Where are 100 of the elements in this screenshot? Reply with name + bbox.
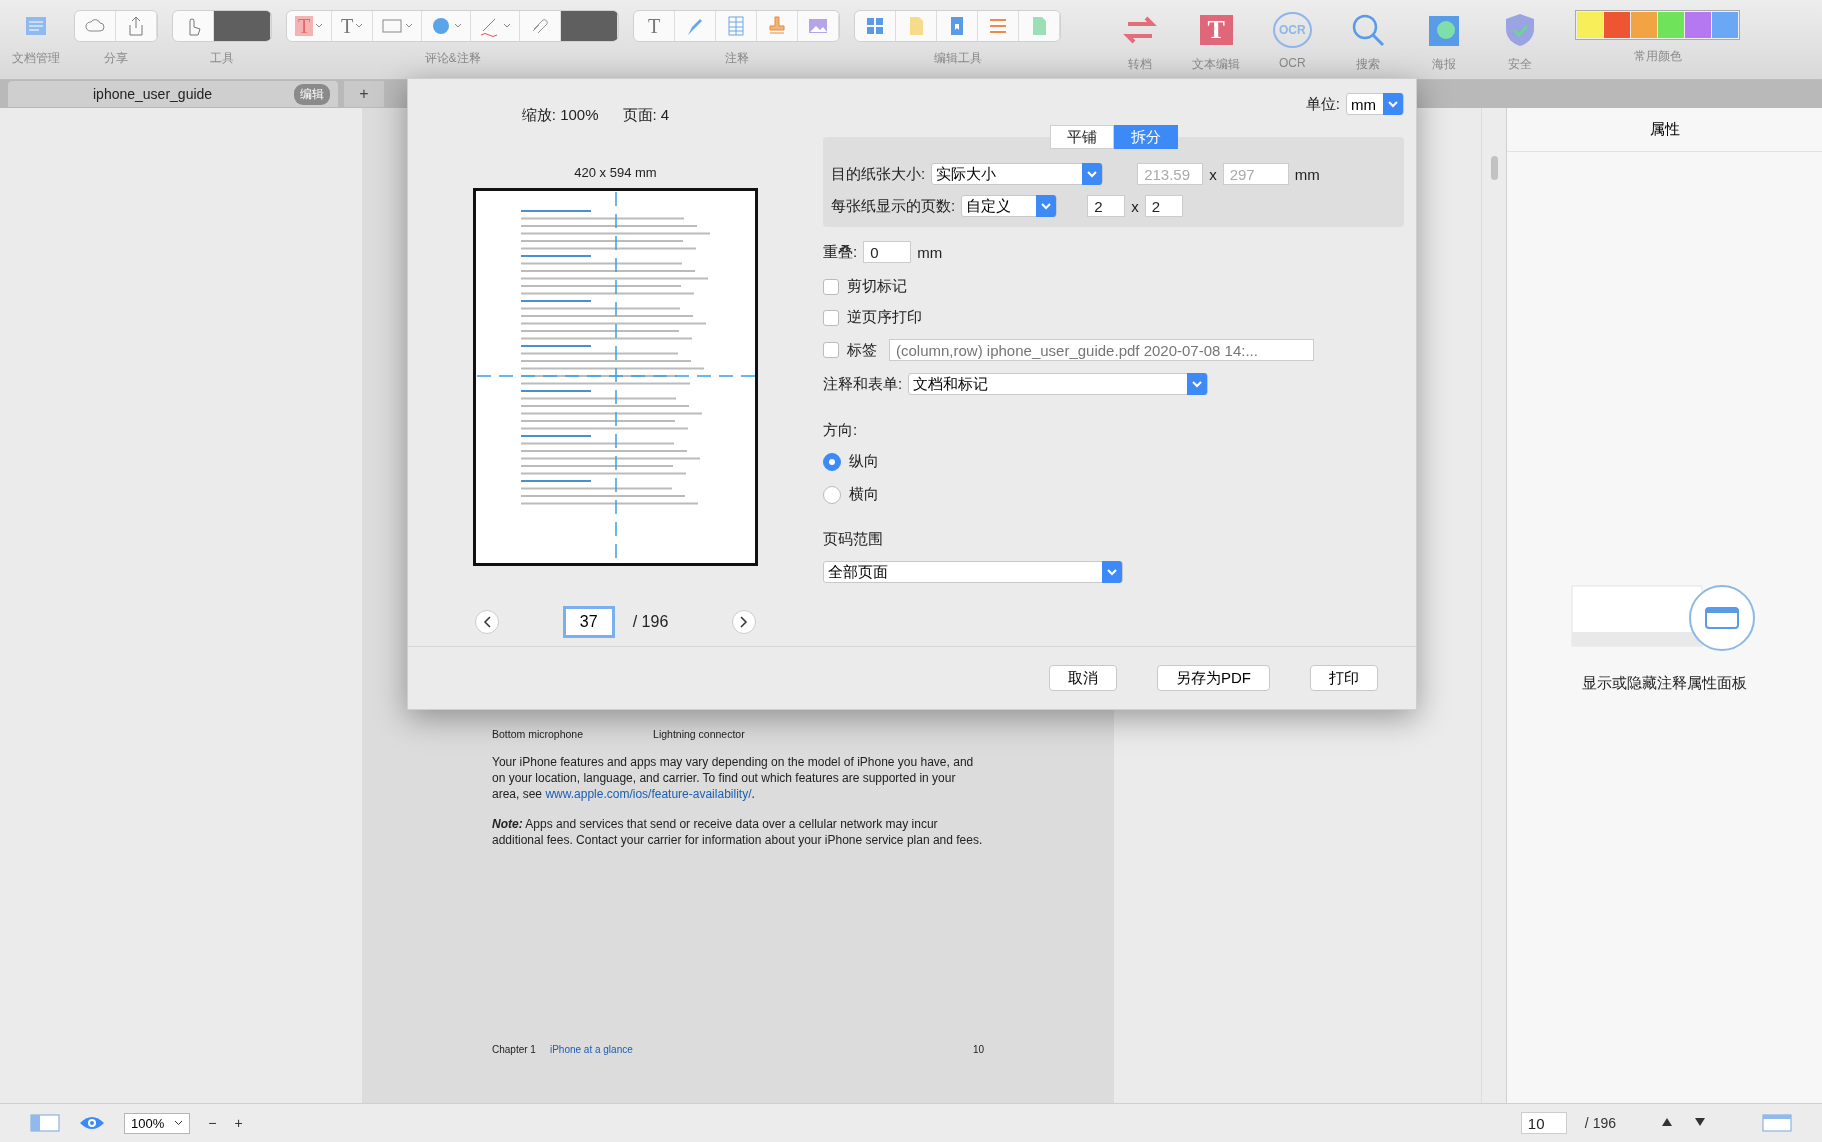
mode-tab[interactable]: 平铺 bbox=[1049, 125, 1114, 149]
unit-suffix: mm bbox=[917, 243, 943, 261]
eye-icon[interactable] bbox=[78, 1114, 106, 1132]
target-size-label: 目的纸张大小: bbox=[831, 164, 926, 184]
pages-per-sheet-label: 每张纸显示的页数: bbox=[831, 196, 956, 216]
add-tab-button[interactable]: + bbox=[344, 81, 384, 107]
panel-hint: 显示或隐藏注释属性面板 bbox=[1582, 674, 1747, 693]
caret-icon bbox=[405, 23, 414, 29]
zoom-in-button[interactable]: + bbox=[234, 1115, 243, 1131]
caret-icon bbox=[355, 23, 364, 29]
callout-label: Lightning connector bbox=[653, 728, 745, 740]
color-well[interactable] bbox=[214, 11, 271, 41]
radio-label: 横向 bbox=[849, 485, 879, 504]
note-paragraph: Note: Apps and services that send or receive data over a cellular network may incur additional fees. Contact your carrier for information about your iPhone service plan and fees. bbox=[492, 816, 984, 848]
feature-link[interactable]: www.apple.com/ios/feature-availability/ bbox=[545, 787, 752, 801]
caret-icon bbox=[174, 1120, 184, 1126]
caret-icon bbox=[454, 23, 463, 29]
tab-title: iphone_user_guide bbox=[93, 86, 213, 102]
annotations-select[interactable]: 文档和标记 bbox=[908, 373, 1209, 395]
rows-field[interactable]: 2 bbox=[1144, 195, 1183, 217]
color-well[interactable] bbox=[561, 11, 619, 41]
chevron-right-icon bbox=[740, 616, 749, 628]
checkbox-label: 逆页序打印 bbox=[847, 308, 922, 327]
orientation-label: 方向: bbox=[823, 421, 859, 440]
text-tool-icon: T bbox=[295, 16, 314, 36]
preview-page-field[interactable]: 37 bbox=[562, 606, 615, 638]
page-number: 10 bbox=[972, 1044, 984, 1055]
color-swatch[interactable] bbox=[1631, 12, 1658, 38]
target-size-select[interactable]: 实际大小 bbox=[931, 163, 1104, 185]
dropdown-caret-icon bbox=[1082, 163, 1103, 185]
chapter-label: Chapter 1 bbox=[492, 1044, 536, 1055]
page-total: / 196 bbox=[1584, 1115, 1616, 1131]
page-range-select[interactable]: 全部页面 bbox=[823, 561, 1123, 583]
radio-button[interactable] bbox=[823, 485, 841, 504]
text-edit-icon: T bbox=[1199, 15, 1233, 45]
toolbar-group-label: 工具 bbox=[210, 50, 234, 67]
document-tab[interactable]: iphone_user_guide 编辑 bbox=[8, 81, 338, 107]
toolbar-tool[interactable]: T bbox=[332, 11, 374, 41]
overlap-field[interactable]: 0 bbox=[863, 241, 912, 263]
color-swatch[interactable] bbox=[1658, 12, 1685, 38]
paper-size-label: 420 x 594 mm bbox=[574, 165, 657, 180]
next-page-button[interactable] bbox=[732, 610, 757, 634]
label-text-field[interactable]: (column,row) iphone_user_guide.pdf 2020-07-08 14:... bbox=[889, 339, 1314, 361]
search-icon bbox=[1350, 12, 1387, 48]
unit-label: 单位: bbox=[1305, 94, 1340, 114]
color-swatch[interactable] bbox=[1712, 12, 1739, 38]
annotations-label: 注释和表单: bbox=[823, 374, 903, 394]
columns-field[interactable]: 2 bbox=[1087, 195, 1126, 217]
panel-toggle-icon[interactable] bbox=[1762, 1114, 1792, 1132]
dialog-button[interactable]: 取消 bbox=[1049, 665, 1117, 691]
checkbox[interactable] bbox=[823, 309, 839, 326]
caret-icon bbox=[503, 23, 512, 29]
dropdown-caret-icon bbox=[1383, 93, 1403, 115]
unit-select[interactable]: mm bbox=[1346, 93, 1404, 115]
document-icon bbox=[25, 15, 47, 37]
toolbar-group-label: 文档管理 bbox=[12, 50, 60, 67]
overlap-label: 重叠: bbox=[823, 242, 858, 262]
text-tool-icon: T bbox=[648, 16, 661, 36]
checkbox-label: 剪切标记 bbox=[847, 277, 907, 296]
toolbar-group-label: 编辑工具 bbox=[933, 50, 982, 67]
dropdown-caret-icon bbox=[1187, 373, 1208, 395]
dialog-button[interactable]: 另存为PDF bbox=[1157, 665, 1270, 691]
dropdown-caret-icon bbox=[1036, 195, 1057, 217]
unit-suffix: mm bbox=[1294, 165, 1320, 183]
pages-per-sheet-select[interactable]: 自定义 bbox=[961, 195, 1058, 217]
toolbar-group-label: 常用颜色 bbox=[1633, 48, 1682, 65]
chapter-title: iPhone at a glance bbox=[549, 1044, 633, 1055]
zoom-info: 缩放: 100% bbox=[521, 106, 599, 125]
radio-button[interactable] bbox=[823, 452, 841, 471]
body-paragraph: Your iPhone features and apps may vary depending on the model of iPhone you have, and on your location, language, and carrier. To find out which features are supported in your area, see www.apple.com/ios/feature-availability/. bbox=[492, 754, 975, 802]
zoom-select[interactable]: 100% bbox=[124, 1112, 191, 1134]
previous-page-button[interactable] bbox=[474, 610, 499, 634]
page-number-field[interactable]: 10 bbox=[1520, 1112, 1567, 1134]
zoom-out-button[interactable]: − bbox=[208, 1115, 217, 1131]
toolbar-group-label: 评论&注释 bbox=[424, 50, 481, 67]
scrollbar-thumb[interactable] bbox=[1490, 156, 1498, 180]
color-swatch[interactable] bbox=[1685, 12, 1712, 38]
checkbox[interactable] bbox=[823, 278, 839, 295]
toolbar-group-label: 分享 bbox=[104, 50, 128, 67]
strikethrough-icon: T bbox=[341, 16, 354, 36]
dropdown-caret-icon bbox=[1102, 561, 1122, 583]
color-swatch[interactable] bbox=[1604, 12, 1631, 38]
chevron-left-icon bbox=[482, 616, 491, 628]
toolbar-tool[interactable]: T bbox=[634, 11, 676, 41]
checkbox[interactable] bbox=[823, 342, 839, 358]
times-sign: x bbox=[1131, 197, 1139, 215]
checkbox-label: 标签 bbox=[847, 340, 877, 360]
toolbar-group-label: 注释 bbox=[724, 50, 749, 67]
sidebar-toggle-icon[interactable] bbox=[30, 1114, 60, 1132]
caret-icon bbox=[315, 23, 324, 29]
ocr-icon: OCR bbox=[1272, 12, 1312, 48]
dialog-button[interactable]: 打印 bbox=[1310, 665, 1378, 691]
times-sign: x bbox=[1209, 165, 1217, 183]
color-swatch[interactable] bbox=[1577, 12, 1604, 38]
page-range-label: 页码范围 bbox=[823, 530, 884, 549]
radio-label: 纵向 bbox=[849, 452, 879, 471]
panel-title: 属性 bbox=[1507, 108, 1822, 152]
page-info: 页面: 4 bbox=[622, 106, 670, 125]
callout-label: Bottom microphone bbox=[492, 728, 584, 740]
preview-page-total: / 196 bbox=[632, 613, 669, 631]
